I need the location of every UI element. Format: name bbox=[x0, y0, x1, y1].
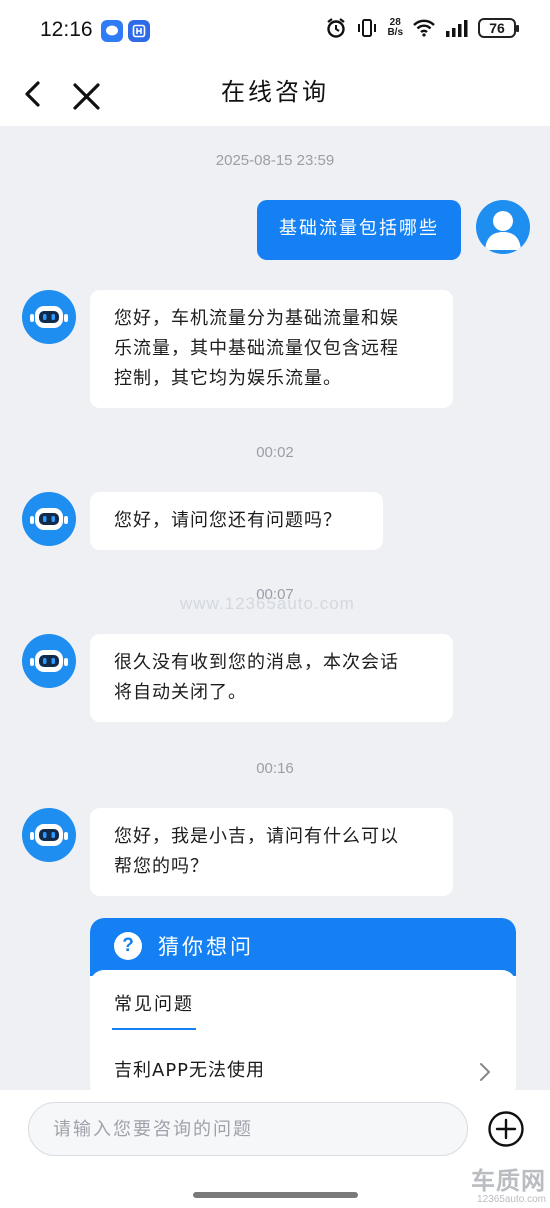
suggested-question-label: 吉利APP无法使用 bbox=[114, 1060, 266, 1081]
bot-message-bubble: 您好，车机流量分为基础流量和娱 乐流量，其中基础流量仅包含远程 控制，其它均为娱… bbox=[90, 290, 453, 408]
input-bar: 车质网 12365auto.com bbox=[0, 1090, 550, 1208]
vibrate-icon bbox=[358, 19, 377, 37]
user-message-bubble: 基础流量包括哪些 bbox=[257, 200, 461, 260]
suggested-question-item[interactable]: 吉利APP无法使用 bbox=[90, 1048, 516, 1090]
bot-message-line: 您好，车机流量分为基础流量和娱 bbox=[114, 308, 399, 329]
signal-icon bbox=[446, 20, 468, 37]
home-indicator[interactable] bbox=[193, 1192, 358, 1198]
message-timestamp: 00:16 bbox=[256, 760, 294, 777]
net-speed-unit: B/s bbox=[387, 27, 403, 38]
bot-avatar bbox=[22, 808, 76, 862]
net-speed: 28 B/s bbox=[387, 18, 403, 38]
add-button[interactable] bbox=[487, 1110, 525, 1148]
bot-message-line: 您好，请问您还有问题吗？ bbox=[114, 510, 342, 531]
suggested-questions-card: ? 猜你想问 常见问题 吉利APP无法使用 bbox=[90, 918, 516, 1090]
user-avatar bbox=[476, 200, 530, 254]
robot-icon bbox=[30, 650, 68, 672]
corner-watermark-logo: 车质网 12365auto.com bbox=[471, 1168, 546, 1206]
robot-icon bbox=[30, 306, 68, 328]
suggested-questions-title: 猜你想问 bbox=[158, 935, 254, 959]
suggested-questions-body: 常见问题 吉利APP无法使用 bbox=[90, 970, 516, 1090]
corner-logo-main: 车质网 bbox=[471, 1167, 546, 1195]
bot-message-bubble: 您好，我是小吉，请问有什么可以 帮您的吗？ bbox=[90, 808, 453, 896]
corner-logo-sub: 12365auto.com bbox=[477, 1194, 546, 1205]
plus-circle-icon bbox=[488, 1111, 524, 1147]
watermark-text: www.12365auto.com bbox=[180, 594, 355, 613]
bot-message-line: 帮您的吗？ bbox=[114, 856, 209, 877]
tab-faq[interactable]: 常见问题 bbox=[114, 990, 194, 1016]
active-tab-indicator bbox=[112, 1028, 196, 1030]
suggested-questions-header: ? 猜你想问 bbox=[90, 918, 516, 976]
status-time: 12:16 bbox=[40, 18, 93, 41]
bot-avatar bbox=[22, 634, 76, 688]
wifi-icon bbox=[413, 19, 435, 37]
user-silhouette-icon bbox=[485, 211, 521, 250]
robot-icon bbox=[30, 824, 68, 846]
chevron-right-icon bbox=[480, 1063, 491, 1081]
nav-bar: 在线咨询 bbox=[0, 60, 550, 126]
question-input[interactable] bbox=[28, 1102, 468, 1156]
message-notification-icon bbox=[101, 20, 123, 42]
bot-message-line: 控制，其它均为娱乐流量。 bbox=[114, 368, 342, 389]
system-icons: 28 B/s 76 bbox=[325, 17, 519, 39]
message-timestamp: 2025-08-15 23:59 bbox=[215, 152, 335, 169]
robot-icon bbox=[30, 508, 68, 530]
bot-message-line: 将自动关闭了。 bbox=[114, 682, 247, 703]
bot-message-line: 很久没有收到您的消息，本次会话 bbox=[114, 652, 399, 673]
status-bar: 12:16 28 B/s 76 bbox=[0, 0, 550, 60]
question-icon: ? bbox=[114, 932, 142, 960]
bot-message-line: 乐流量，其中基础流量仅包含远程 bbox=[114, 338, 399, 359]
message-timestamp: 00:02 bbox=[256, 444, 294, 461]
app-notification-icon bbox=[128, 20, 150, 42]
battery-icon: 76 bbox=[478, 18, 519, 38]
page-title: 在线咨询 bbox=[221, 78, 329, 106]
alarm-icon bbox=[327, 18, 346, 38]
bot-message-bubble: 您好，请问您还有问题吗？ bbox=[90, 492, 383, 550]
chat-area[interactable]: 2025-08-15 23:59 基础流量包括哪些 您好，车机流量分为基础流量和… bbox=[0, 126, 550, 1090]
bot-message-bubble: 很久没有收到您的消息，本次会话 将自动关闭了。 bbox=[90, 634, 453, 722]
bot-avatar bbox=[22, 290, 76, 344]
bot-avatar bbox=[22, 492, 76, 546]
bot-message-line: 您好，我是小吉，请问有什么可以 bbox=[114, 826, 399, 847]
